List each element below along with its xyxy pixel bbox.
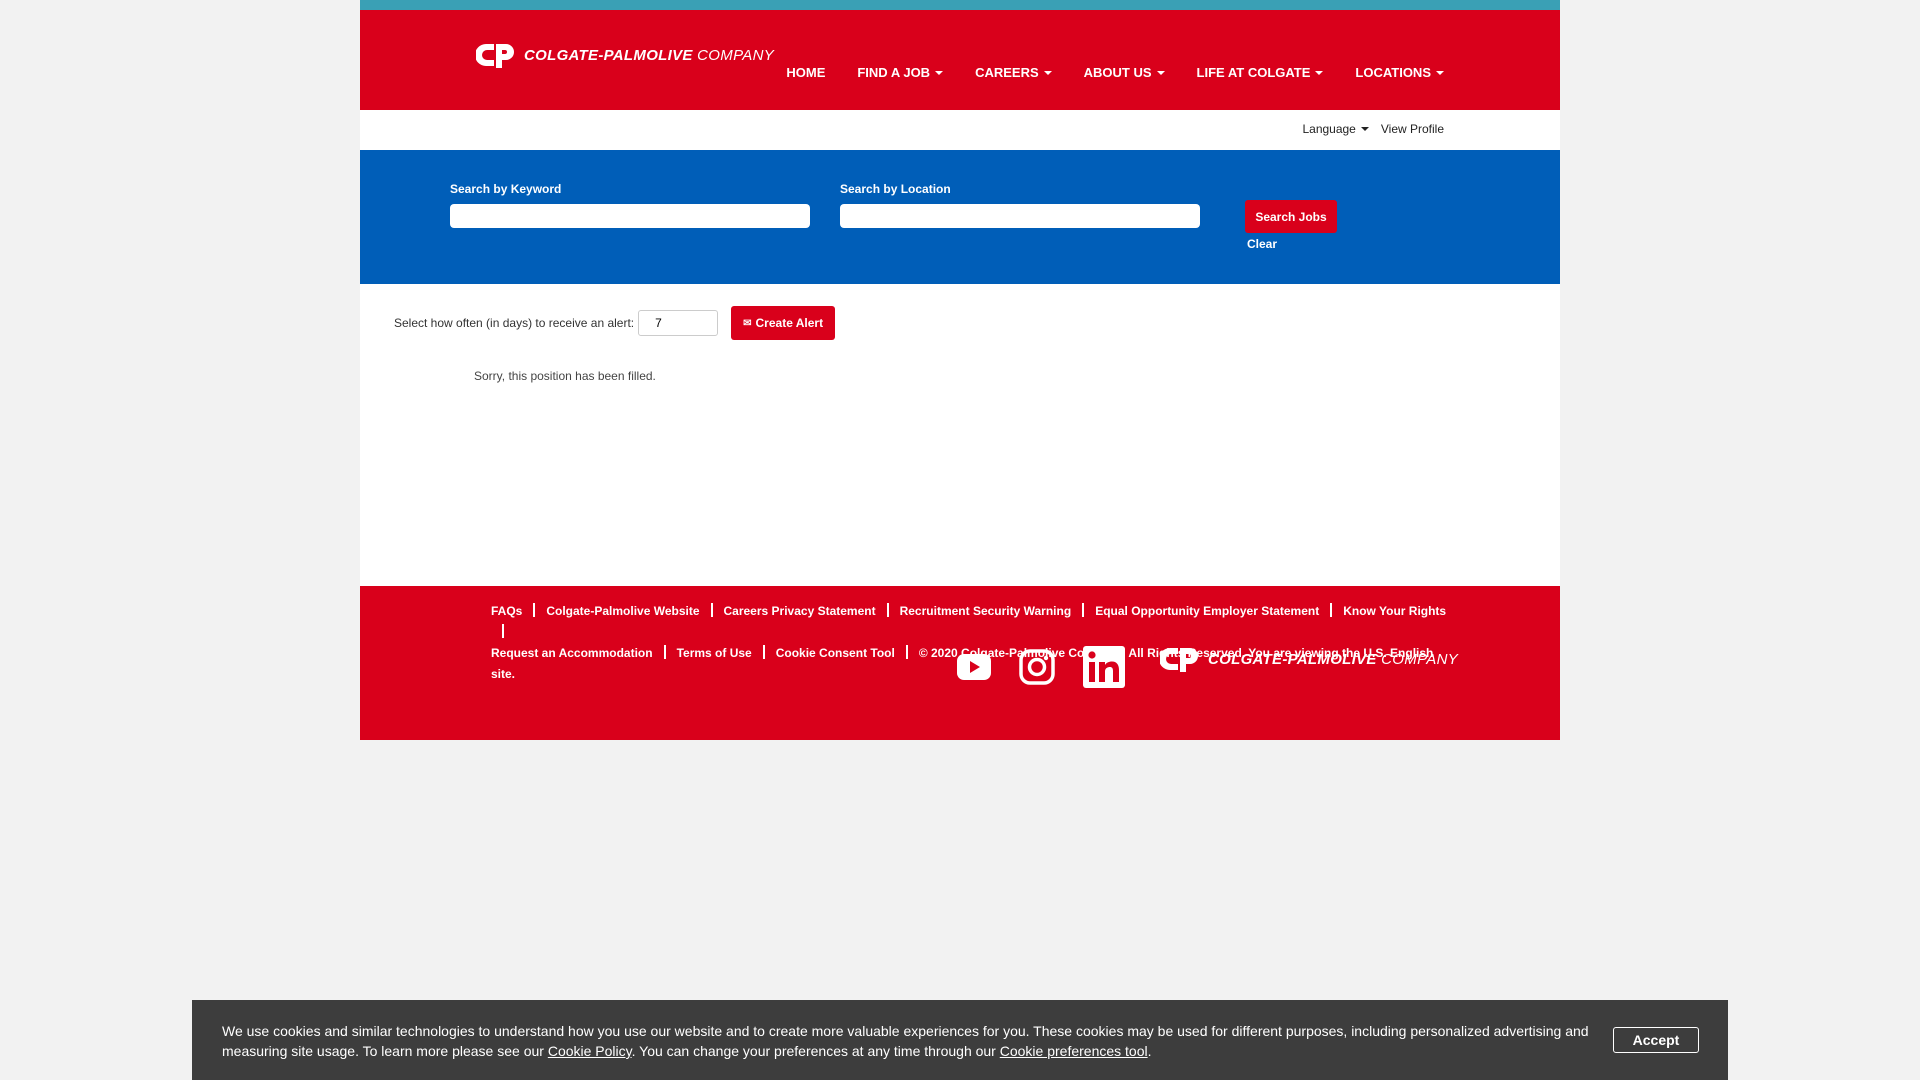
- divider: [886, 603, 889, 617]
- caret-down-icon: [935, 70, 944, 75]
- footer-link-colgate-website[interactable]: Colgate-Palmolive Website: [546, 604, 699, 618]
- footer-link-eeo[interactable]: Equal Opportunity Employer Statement: [1095, 604, 1319, 618]
- caret-down-icon: [1043, 70, 1052, 75]
- main-nav: HOME FIND A JOB CAREERS ABOUT US LIFE AT…: [786, 65, 1444, 80]
- keyword-label: Search by Keyword: [450, 182, 562, 196]
- alert-label: Select how often (in days) to receive an…: [394, 316, 635, 330]
- divider: [710, 603, 713, 617]
- create-alert-label: Create Alert: [755, 316, 824, 330]
- footer-link-security-warning[interactable]: Recruitment Security Warning: [900, 604, 1072, 618]
- instagram-icon[interactable]: [1019, 649, 1055, 685]
- cp-logo-icon: [1160, 648, 1198, 672]
- caret-down-icon: [1436, 70, 1444, 75]
- site-footer: FAQs Colgate-Palmolive Website Careers Pri…: [360, 586, 1560, 740]
- footer-link-know-your-rights[interactable]: Know Your Rights: [1343, 604, 1446, 618]
- social-links: [957, 646, 1125, 688]
- site-header: COLGATE-PALMOLIVE COMPANY HOME FIND A JO…: [360, 10, 1560, 110]
- nav-locations[interactable]: LOCATIONS: [1355, 65, 1444, 80]
- linkedin-icon[interactable]: [1083, 646, 1125, 688]
- page-container: COLGATE-PALMOLIVE COMPANY HOME FIND A JO…: [360, 0, 1560, 740]
- search-jobs-button[interactable]: Search Jobs: [1245, 200, 1337, 233]
- top-strip: [360, 0, 1560, 10]
- footer-colgate-logo[interactable]: COLGATE-PALMOLIVE COMPANY: [1160, 644, 1458, 674]
- keyword-field: Search by Keyword: [450, 182, 810, 228]
- job-alert-row: Select how often (in days) to receive an…: [394, 306, 836, 340]
- nav-careers[interactable]: CAREERS: [975, 65, 1052, 80]
- colgate-logo[interactable]: COLGATE-PALMOLIVE COMPANY: [476, 40, 774, 70]
- caret-down-icon: [1156, 70, 1165, 75]
- cookie-policy-link[interactable]: Cookie Policy: [548, 1043, 632, 1059]
- youtube-icon[interactable]: [957, 654, 991, 680]
- search-panel: Search by Keyword Search by Location Sea…: [360, 150, 1560, 284]
- view-profile-link[interactable]: View Profile: [1381, 122, 1444, 136]
- divider: [663, 645, 666, 659]
- divider: [1082, 603, 1085, 617]
- divider: [905, 645, 908, 659]
- cp-logo-icon: [476, 44, 514, 68]
- accept-cookies-button[interactable]: Accept: [1613, 1027, 1699, 1053]
- nav-about-us[interactable]: ABOUT US: [1084, 65, 1165, 80]
- language-dropdown[interactable]: Language: [1302, 122, 1369, 136]
- footer-link-terms[interactable]: Terms of Use: [677, 646, 752, 660]
- utility-bar: Language View Profile: [360, 110, 1560, 150]
- logo-wordmark: COLGATE-PALMOLIVE COMPANY: [1208, 650, 1459, 668]
- position-filled-message: Sorry, this position has been filled.: [474, 369, 656, 383]
- location-field: Search by Location: [840, 182, 1200, 228]
- logo-wordmark: COLGATE-PALMOLIVE COMPANY: [524, 46, 775, 64]
- nav-find-a-job[interactable]: FIND A JOB: [857, 65, 944, 80]
- divider: [502, 624, 504, 638]
- cookie-banner: We use cookies and similar technologies …: [192, 1000, 1728, 1080]
- alert-days-input[interactable]: [638, 310, 719, 336]
- nav-life-at-colgate[interactable]: LIFE AT COLGATE: [1197, 65, 1324, 80]
- divider: [762, 645, 765, 659]
- footer-link-faqs[interactable]: FAQs: [491, 604, 522, 618]
- divider: [1330, 603, 1333, 617]
- caret-down-icon: [1315, 70, 1324, 75]
- cookie-message: We use cookies and similar technologies …: [222, 1023, 1589, 1059]
- cookie-preferences-link[interactable]: Cookie preferences tool: [1000, 1043, 1148, 1059]
- footer-link-privacy[interactable]: Careers Privacy Statement: [724, 604, 876, 618]
- divider: [533, 603, 536, 617]
- clear-link[interactable]: Clear: [1247, 237, 1277, 251]
- nav-home[interactable]: HOME: [786, 65, 825, 80]
- caret-down-icon: [1360, 127, 1369, 131]
- keyword-input[interactable]: [450, 204, 810, 228]
- create-alert-button[interactable]: ✉ Create Alert: [731, 306, 836, 340]
- footer-link-accommodation[interactable]: Request an Accommodation: [491, 646, 653, 660]
- location-input[interactable]: [840, 204, 1200, 228]
- location-label: Search by Location: [840, 182, 951, 196]
- envelope-icon: ✉: [743, 317, 752, 329]
- footer-link-cookie-tool[interactable]: Cookie Consent Tool: [776, 646, 895, 660]
